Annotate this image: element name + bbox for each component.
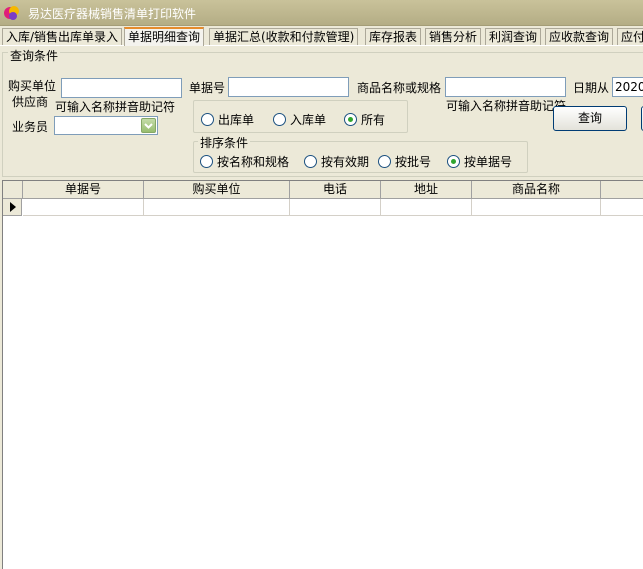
radio-sort-name-spec[interactable]: 按名称和规格 [200, 153, 289, 170]
salesman-label: 业务员 [12, 120, 49, 134]
header-doc-no[interactable]: 单据号 [23, 181, 144, 199]
buyer-input[interactable] [61, 78, 182, 98]
radio-sort-doc-no-circle[interactable] [447, 155, 460, 168]
buyer-hint: 可输入名称拼音助记符 [55, 100, 176, 114]
radio-outbound[interactable]: 出库单 [201, 111, 254, 128]
supplier-label: 供应商 [12, 95, 49, 109]
query-conditions-legend: 查询条件 [8, 47, 61, 64]
cell-buyer[interactable] [144, 199, 290, 216]
tab-strip: 入库/销售出库单录入 单据明细查询 单据汇总(收款和付款管理) 库存报表 销售分… [0, 27, 643, 46]
doc-no-input[interactable] [228, 77, 349, 97]
grid-header: 单据号 购买单位 电话 地址 商品名称 [3, 181, 643, 199]
cell-phone[interactable] [290, 199, 381, 216]
radio-outbound-label: 出库单 [218, 113, 255, 127]
radio-sort-expiry[interactable]: 按有效期 [304, 153, 369, 170]
radio-sort-name-spec-label: 按名称和规格 [217, 155, 290, 169]
header-address[interactable]: 地址 [381, 181, 472, 199]
date-from-input[interactable]: 2020- [612, 77, 643, 97]
radio-sort-name-spec-circle[interactable] [200, 155, 213, 168]
cell-product-name[interactable] [472, 199, 601, 216]
doc-no-label: 单据号 [189, 81, 226, 95]
radio-sort-expiry-label: 按有效期 [321, 155, 370, 169]
results-grid[interactable]: 单据号 购买单位 电话 地址 商品名称 [2, 180, 643, 569]
radio-inbound-circle[interactable] [273, 113, 286, 126]
tab-profit-query[interactable]: 利润查询 [485, 28, 542, 45]
product-label: 商品名称或规格 [357, 81, 442, 95]
radio-sort-batch[interactable]: 按批号 [378, 153, 431, 170]
radio-all[interactable]: 所有 [344, 111, 385, 128]
radio-sort-batch-circle[interactable] [378, 155, 391, 168]
cell-extra[interactable] [601, 199, 643, 216]
table-row[interactable] [3, 199, 643, 216]
header-indicator [3, 181, 23, 199]
radio-outbound-circle[interactable] [201, 113, 214, 126]
radio-inbound[interactable]: 入库单 [273, 111, 326, 128]
product-hint: 可输入名称拼音助记符 [446, 99, 567, 113]
tab-document-detail-query[interactable]: 单据明细查询 [124, 27, 205, 46]
product-input[interactable] [445, 77, 566, 97]
radio-sort-expiry-circle[interactable] [304, 155, 317, 168]
sort-legend: 排序条件 [198, 134, 251, 151]
title-bar: 易达医疗器械销售清单打印软件 [0, 0, 643, 26]
tab-sales-analysis[interactable]: 销售分析 [425, 28, 482, 45]
header-phone[interactable]: 电话 [290, 181, 381, 199]
radio-inbound-label: 入库单 [290, 113, 327, 127]
radio-all-label: 所有 [361, 113, 386, 127]
header-buyer[interactable]: 购买单位 [144, 181, 290, 199]
chevron-down-icon[interactable] [141, 118, 156, 133]
date-from-label: 日期从 [573, 81, 610, 95]
tab-payables[interactable]: 应付 [617, 28, 643, 45]
cell-address[interactable] [381, 199, 472, 216]
query-button[interactable]: 查询 [553, 106, 627, 131]
tab-inventory-report[interactable]: 库存报表 [365, 28, 422, 45]
row-indicator[interactable] [3, 199, 22, 216]
cell-doc-no[interactable] [23, 199, 144, 216]
current-row-arrow-icon [10, 202, 16, 212]
radio-sort-doc-no-label: 按单据号 [464, 155, 513, 169]
app-logo-icon [3, 4, 21, 22]
radio-sort-batch-label: 按批号 [395, 155, 432, 169]
radio-sort-doc-no[interactable]: 按单据号 [447, 153, 512, 170]
buyer-label: 购买单位 [8, 79, 57, 93]
tab-document-summary[interactable]: 单据汇总(收款和付款管理) [209, 28, 359, 45]
header-product-name[interactable]: 商品名称 [472, 181, 601, 199]
salesman-select[interactable] [54, 116, 158, 135]
tab-inbound-outbound-entry[interactable]: 入库/销售出库单录入 [2, 28, 123, 45]
radio-all-circle[interactable] [344, 113, 357, 126]
window-title: 易达医疗器械销售清单打印软件 [28, 7, 197, 21]
tab-receivables-query[interactable]: 应收款查询 [545, 28, 614, 45]
header-extra[interactable] [601, 181, 643, 199]
